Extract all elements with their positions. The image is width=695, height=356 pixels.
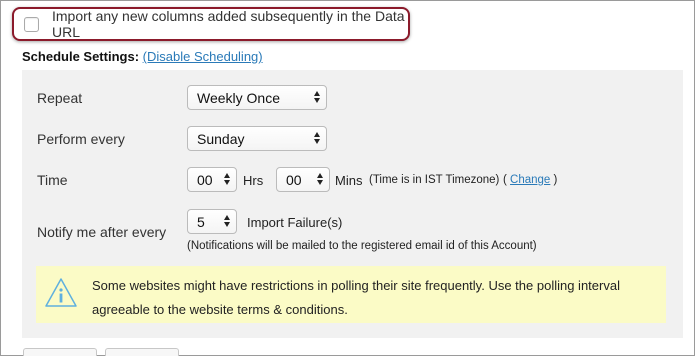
- repeat-select[interactable]: Weekly Once: [187, 85, 327, 110]
- notify-note: (Notifications will be mailed to the reg…: [187, 240, 537, 252]
- info-icon: [44, 277, 78, 309]
- notify-label: Notify me after every: [37, 224, 167, 240]
- import-new-columns-option[interactable]: Import any new columns added subsequentl…: [12, 7, 410, 41]
- change-open-paren: (: [503, 174, 507, 186]
- notify-count-value: 5: [197, 213, 205, 230]
- import-new-columns-checkbox[interactable]: [24, 16, 39, 32]
- footer-button[interactable]: [105, 348, 179, 356]
- select-arrows-icon: [314, 91, 320, 103]
- change-timezone-link[interactable]: Change: [510, 174, 550, 186]
- select-arrows-icon: [224, 173, 230, 185]
- window-frame: Import any new columns added subsequentl…: [0, 0, 695, 356]
- minutes-select-value: 00: [286, 171, 302, 188]
- schedule-settings-header: Schedule Settings: (Disable Scheduling): [22, 49, 263, 64]
- change-timezone: ( Change ): [503, 174, 557, 186]
- repeat-label: Repeat: [37, 90, 83, 106]
- perform-every-select[interactable]: Sunday: [187, 126, 327, 151]
- perform-every-label: Perform every: [37, 131, 125, 147]
- repeat-select-value: Weekly Once: [197, 89, 280, 106]
- select-arrows-icon: [314, 132, 320, 144]
- select-arrows-icon: [317, 173, 323, 185]
- schedule-settings-title: Schedule Settings:: [22, 49, 140, 64]
- change-close-paren: ): [553, 174, 558, 186]
- hours-select[interactable]: 00: [187, 167, 237, 192]
- notify-unit: Import Failure(s): [247, 215, 343, 230]
- minutes-unit: Mins: [335, 173, 363, 188]
- polling-warning: Some websites might have restrictions in…: [36, 266, 666, 323]
- notify-count-select[interactable]: 5: [187, 209, 237, 234]
- disable-scheduling-link[interactable]: (Disable Scheduling): [143, 49, 263, 64]
- timezone-note: (Time is in IST Timezone): [369, 174, 500, 186]
- minutes-select[interactable]: 00: [276, 167, 330, 192]
- hours-unit: Hrs: [243, 173, 264, 188]
- hours-select-value: 00: [197, 171, 213, 188]
- import-new-columns-label: Import any new columns added subsequentl…: [52, 8, 405, 40]
- perform-every-select-value: Sunday: [197, 130, 245, 147]
- polling-warning-text: Some websites might have restrictions in…: [92, 278, 620, 317]
- select-arrows-icon: [224, 215, 230, 227]
- footer-button[interactable]: [23, 348, 97, 356]
- time-label: Time: [37, 172, 68, 188]
